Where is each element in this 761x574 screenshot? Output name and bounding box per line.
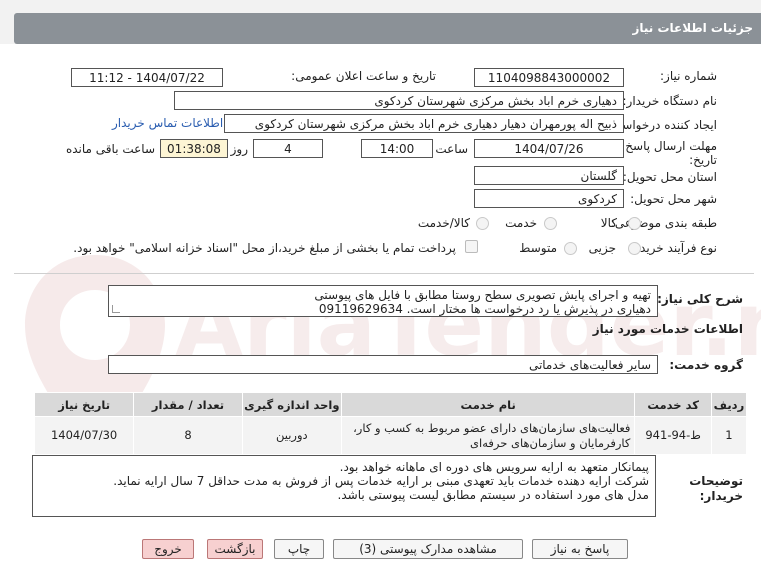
col-qty: تعداد / مقدار — [133, 392, 243, 417]
category-service-radio[interactable] — [544, 217, 557, 230]
need-number-field: 1104098843000002 — [474, 68, 624, 87]
print-button[interactable]: چاپ — [274, 539, 324, 559]
cell-code: ط-94-941 — [634, 416, 712, 455]
province-label: استان محل تحویل: — [622, 170, 717, 184]
page-title: جزئیات اطلاعات نیاز — [14, 13, 761, 44]
deadline-label: مهلت ارسال پاسخ: تا — [610, 139, 717, 153]
remaining-days-field: 4 — [253, 139, 323, 158]
notes-line-1: پیمانکار متعهد به ارایه سرویس های دوره ا… — [339, 460, 649, 474]
category-goods-service-label: کالا/خدمت — [417, 216, 470, 230]
divider — [14, 273, 754, 274]
deadline-time-field: 14:00 — [361, 139, 433, 158]
respond-button[interactable]: پاسخ به نیاز — [532, 539, 628, 559]
attachments-button[interactable]: مشاهده مدارک پیوستی (3) — [333, 539, 523, 559]
notes-box: پیمانکار متعهد به ارایه سرویس های دوره ا… — [32, 455, 656, 517]
cell-name: فعالیت‌های سازمان‌های دارای عضو مربوط به… — [340, 416, 636, 455]
cell-name-line-2: کارفرمایان و سازمان‌های حرفه‌ای — [470, 435, 631, 450]
summary-box: تهیه و اجرای پایش تصویری سطح روستا مطابق… — [108, 285, 658, 317]
col-unit: واحد اندازه گیری — [241, 392, 342, 417]
summary-label: شرح کلی نیاز: — [657, 292, 743, 306]
service-group-field: سایر فعالیت‌های خدماتی — [108, 355, 658, 374]
process-label: نوع فرآیند خرید : — [632, 241, 717, 255]
title-bar: جزئیات اطلاعات نیاز — [0, 0, 761, 44]
buyer-org-field: دهیاری خرم اباد بخش مرکزی شهرستان کردکوی — [174, 91, 624, 110]
deadline-date-field: 1404/07/26 — [474, 139, 624, 158]
service-group-label: گروه خدمت: — [669, 358, 743, 372]
col-index: ردیف — [710, 392, 748, 417]
col-code: کد خدمت — [634, 392, 712, 417]
cell-name-line-1: فعالیت‌های سازمان‌های دارای عضو مربوط به… — [353, 420, 631, 435]
need-number-label: شماره نیاز: — [660, 69, 717, 83]
announce-label: تاریخ و ساعت اعلان عمومی: — [291, 69, 436, 83]
process-medium-radio[interactable] — [564, 242, 577, 255]
notes-label: توضیحات — [689, 474, 743, 488]
province-field: گلستان — [474, 166, 624, 185]
deadline-time-label: ساعت — [435, 142, 468, 156]
remaining-time-field: 01:38:08 — [160, 139, 228, 158]
table-row: 1 ط-94-941 فعالیت‌های سازمان‌های دارای ع… — [33, 416, 748, 455]
notes-label-2: خریدار: — [699, 489, 743, 503]
buyer-org-label: نام دستگاه خریدار: — [622, 94, 718, 108]
table-header-row: ردیف کد خدمت نام خدمت واحد اندازه گیری ت… — [33, 392, 748, 417]
process-medium-label: متوسط — [519, 241, 557, 255]
category-goods-radio[interactable] — [628, 217, 641, 230]
cell-qty: 8 — [133, 416, 243, 455]
col-date: تاریخ نیاز — [33, 392, 135, 417]
cell-date: 1404/07/30 — [33, 416, 135, 455]
city-field: کردکوی — [474, 189, 624, 208]
notes-line-2: شرکت ارایه دهنده خدمات باید تعهدی مبنی ب… — [113, 474, 649, 488]
services-section-title: اطلاعات خدمات مورد نیاز — [592, 322, 743, 336]
col-name: نام خدمت — [340, 392, 636, 417]
treasury-payment-checkbox[interactable] — [465, 240, 478, 253]
remaining-time-label: ساعت باقی مانده — [65, 142, 155, 156]
buyer-contact-link[interactable]: اطلاعات تماس خریدار — [112, 116, 223, 130]
deadline-label-date: تاریخ: — [689, 153, 717, 167]
resize-handle-icon[interactable] — [112, 305, 120, 313]
back-button[interactable]: بازگشت — [207, 539, 263, 559]
notes-line-3: مدل های مورد استفاده در سیستم مطابق لیست… — [337, 488, 649, 502]
summary-line-1: تهیه و اجرای پایش تصویری سطح روستا مطابق… — [314, 288, 651, 302]
process-minor-radio[interactable] — [628, 242, 641, 255]
city-label: شهر محل تحویل: — [630, 192, 717, 206]
announce-field: 1404/07/22 - 11:12 — [71, 68, 223, 87]
cell-unit: دوربین — [241, 416, 342, 455]
services-table: ردیف کد خدمت نام خدمت واحد اندازه گیری ت… — [33, 392, 748, 455]
creator-field: ذبیح اله پورمهران دهیار دهیاری خرم اباد … — [224, 114, 624, 133]
category-label: طبقه بندی موضوعی: — [610, 216, 717, 230]
summary-line-2: دهیاری در پذیرش یا رد درخواست ها مختار ا… — [318, 302, 651, 316]
category-service-label: خدمت — [505, 216, 537, 230]
process-minor-label: جزیی — [588, 241, 616, 255]
exit-button[interactable]: خروج — [142, 539, 194, 559]
cell-index: 1 — [710, 416, 748, 455]
category-goods-label: کالا — [600, 216, 617, 230]
category-goods-service-radio[interactable] — [476, 217, 489, 230]
treasury-payment-note: پرداخت تمام یا بخشی از مبلغ خرید،از محل … — [73, 241, 456, 255]
